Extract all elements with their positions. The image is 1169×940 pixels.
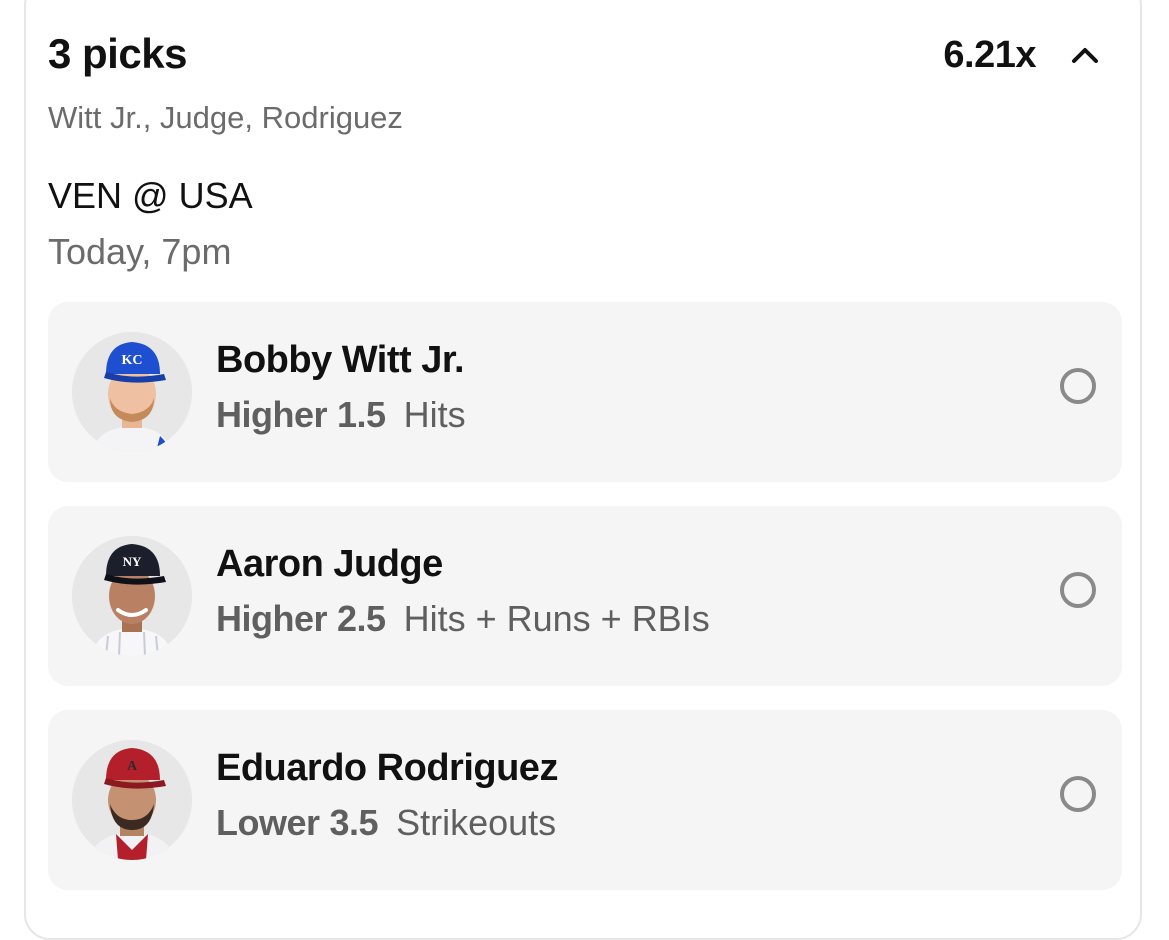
pick-direction: Higher	[216, 598, 328, 639]
radio-circle-icon[interactable]	[1060, 776, 1096, 812]
player-name: Bobby Witt Jr.	[216, 339, 465, 381]
pick-direction: Higher	[216, 394, 328, 435]
pick-line-value: 3.5	[329, 802, 379, 843]
player-avatar: NY	[72, 536, 192, 656]
pick-line-value: 1.5	[337, 394, 386, 435]
svg-text:NY: NY	[123, 554, 142, 569]
radio-circle-icon[interactable]	[1060, 572, 1096, 608]
game-matchup: VEN @ USA	[48, 175, 253, 216]
pick-row[interactable]: A Eduardo Rodriguez Lower 3.5 Strikeouts	[48, 710, 1122, 890]
payout-multiplier: 6.21x	[943, 34, 1036, 76]
player-avatar: A	[72, 740, 192, 860]
pick-direction: Lower	[216, 802, 320, 843]
picked-players-summary: Witt Jr., Judge, Rodriguez	[48, 100, 403, 135]
pick-projection: Higher 1.5 Hits	[216, 392, 466, 438]
pick-row[interactable]: NY Aaron Judge Higher 2.5 Hits + Runs + …	[48, 506, 1122, 686]
game-time: Today, 7pm	[48, 231, 232, 272]
pick-stat: Hits	[403, 394, 466, 435]
entry-title: 3 picks	[48, 30, 187, 77]
player-name: Aaron Judge	[216, 543, 443, 585]
player-name: Eduardo Rodriguez	[216, 747, 558, 789]
svg-text:A: A	[127, 759, 138, 774]
radio-circle-icon[interactable]	[1060, 368, 1096, 404]
pick-projection: Higher 2.5 Hits + Runs + RBIs	[216, 596, 710, 642]
svg-text:KC: KC	[122, 353, 143, 368]
player-avatar: KC	[72, 332, 192, 452]
pick-line-value: 2.5	[337, 598, 386, 639]
pick-row[interactable]: KC Bobby Witt Jr. Higher 1.5 Hits	[48, 302, 1122, 482]
pick-stat: Hits + Runs + RBIs	[403, 598, 710, 639]
entry-header[interactable]: 3 picks 6.21x	[48, 24, 1118, 84]
pick-stat: Strikeouts	[396, 802, 557, 843]
pick-projection: Lower 3.5 Strikeouts	[216, 800, 556, 846]
chevron-up-icon[interactable]	[1064, 34, 1106, 76]
